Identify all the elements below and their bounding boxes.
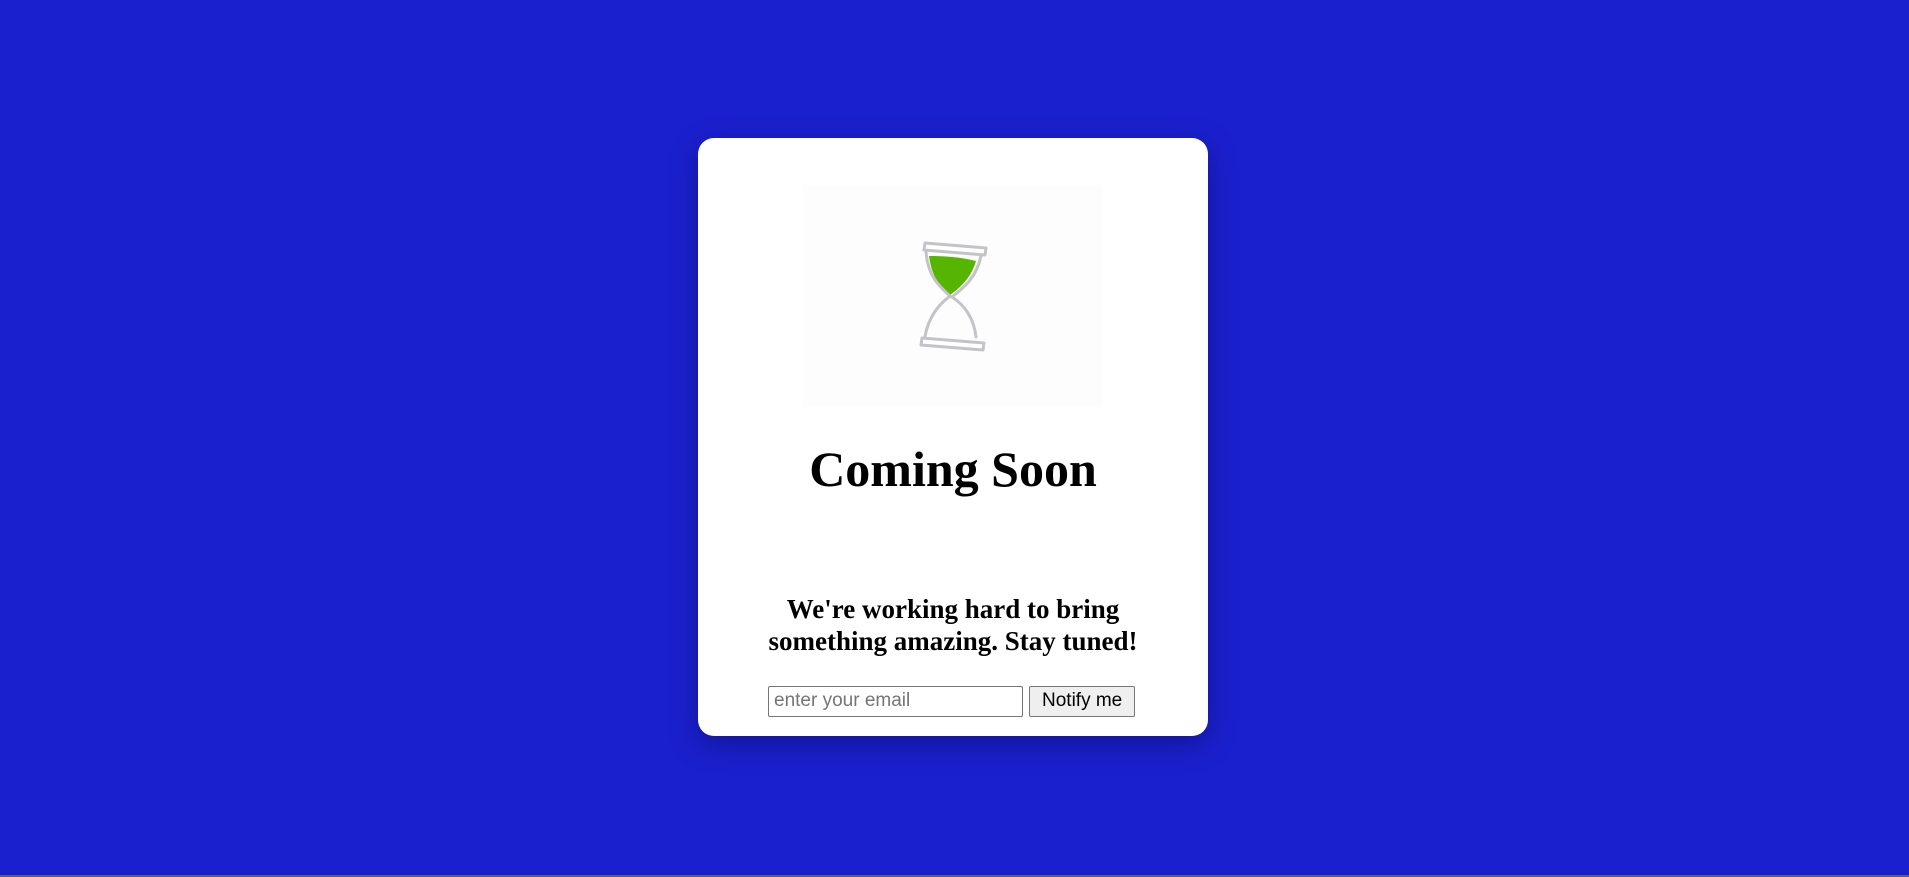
hourglass-icon <box>919 241 988 352</box>
notify-button[interactable]: Notify me <box>1029 685 1136 717</box>
subtitle-text: We're working hard to bring something am… <box>768 594 1138 656</box>
hourglass-illustration <box>803 185 1103 407</box>
email-input[interactable] <box>768 685 1023 717</box>
page-background: { "page": { "background_color": "#1b20cf… <box>0 0 1909 877</box>
page-title: Coming Soon <box>809 441 1097 497</box>
coming-soon-card: Coming Soon We're working hard to bring … <box>698 138 1208 736</box>
notify-form: Notify me <box>768 685 1168 717</box>
